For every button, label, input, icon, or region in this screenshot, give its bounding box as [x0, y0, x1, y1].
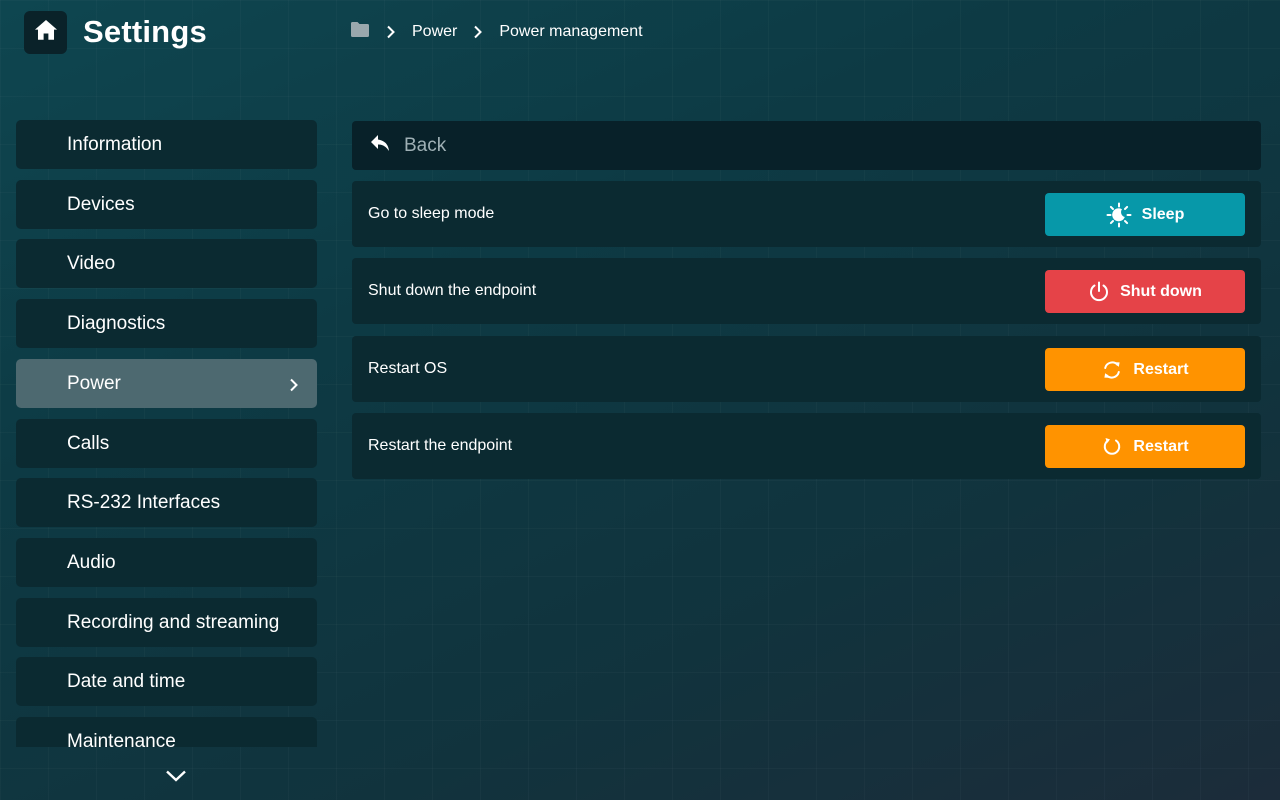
breadcrumb-item-power[interactable]: Power: [412, 23, 457, 41]
sidebar-item-information[interactable]: Information: [16, 120, 317, 169]
sidebar-item-label: Devices: [67, 193, 135, 215]
chevron-right-icon: [287, 376, 301, 392]
breadcrumb-root[interactable]: [350, 21, 370, 43]
row-restart-endpoint: Restart the endpoint Restart: [352, 413, 1261, 479]
sidebar-item-audio[interactable]: Audio: [16, 538, 317, 587]
sidebar-item-label: Information: [67, 133, 163, 155]
sidebar-item-power[interactable]: Power: [16, 359, 317, 408]
sidebar-item-label: Diagnostics: [67, 312, 166, 334]
home-icon: [33, 17, 59, 48]
shut-down-button-label: Shut down: [1120, 282, 1202, 300]
sleep-button[interactable]: Sleep: [1045, 193, 1245, 236]
row-label: Restart OS: [368, 360, 448, 377]
sidebar-item-rs232[interactable]: RS-232 Interfaces: [16, 478, 317, 527]
sidebar-item-video[interactable]: Video: [16, 239, 317, 288]
sidebar-item-label: Video: [67, 252, 116, 274]
breadcrumb: Power Power management: [350, 21, 643, 43]
restart-icon: [1101, 359, 1123, 381]
back-label: Back: [404, 134, 447, 156]
chevron-right-icon: [384, 25, 398, 39]
chevron-down-icon: [165, 769, 187, 788]
sidebar-item-diagnostics[interactable]: Diagnostics: [16, 299, 317, 348]
chevron-right-icon: [471, 25, 485, 39]
sidebar-item-devices[interactable]: Devices: [16, 180, 317, 229]
row-label: Shut down the endpoint: [368, 282, 537, 299]
home-button[interactable]: [24, 11, 67, 54]
row-label: Go to sleep mode: [368, 205, 495, 222]
sidebar-item-recording[interactable]: Recording and streaming: [16, 598, 317, 647]
folder-icon: [350, 21, 370, 43]
sidebar-item-label: Calls: [67, 432, 110, 454]
sidebar-item-label: RS-232 Interfaces: [67, 491, 221, 513]
sleep-icon: [1106, 202, 1132, 228]
shut-down-button[interactable]: Shut down: [1045, 270, 1245, 313]
row-shut-down: Shut down the endpoint Shut down: [352, 258, 1261, 324]
sidebar-item-label: Recording and streaming: [67, 611, 280, 633]
page-title: Settings: [83, 14, 207, 49]
sidebar-nav: Information Devices Video Diagnostics Po…: [16, 120, 317, 747]
sidebar-item-date-time[interactable]: Date and time: [16, 657, 317, 706]
power-icon: [1088, 281, 1110, 303]
sidebar-item-label: Power: [67, 372, 121, 394]
restart-endpoint-button[interactable]: Restart: [1045, 425, 1245, 468]
sidebar-item-label: Maintenance: [67, 730, 176, 748]
sidebar-item-calls[interactable]: Calls: [16, 419, 317, 468]
restart-icon: [1101, 436, 1123, 458]
back-button[interactable]: Back: [352, 121, 1261, 170]
restart-os-button[interactable]: Restart: [1045, 348, 1245, 391]
breadcrumb-item-current: Power management: [499, 23, 643, 40]
row-label: Restart the endpoint: [368, 437, 513, 454]
row-sleep-mode: Go to sleep mode Sleep: [352, 181, 1261, 247]
restart-endpoint-button-label: Restart: [1133, 437, 1189, 455]
sidebar-item-maintenance[interactable]: Maintenance: [16, 717, 317, 747]
restart-os-button-label: Restart: [1133, 360, 1189, 378]
sleep-button-label: Sleep: [1141, 205, 1185, 223]
reply-arrow-icon: [370, 134, 390, 157]
sidebar-item-label: Date and time: [67, 670, 186, 692]
scroll-down-button[interactable]: [162, 768, 190, 788]
row-restart-os: Restart OS Restart: [352, 336, 1261, 402]
sidebar-item-label: Audio: [67, 551, 116, 573]
